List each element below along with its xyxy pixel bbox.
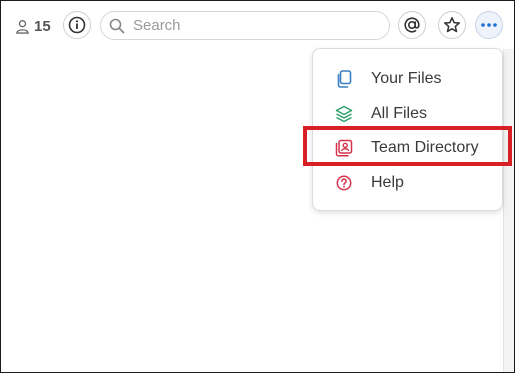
more-actions-menu: Your Files All Files Team Directory Help	[312, 48, 503, 211]
person-icon	[16, 19, 29, 34]
menu-item-label: Team Directory	[371, 139, 479, 156]
menu-item-your-files[interactable]: Your Files	[313, 63, 502, 95]
menu-item-all-files[interactable]: All Files	[313, 98, 502, 130]
search-input[interactable]	[131, 16, 375, 35]
channel-details-button[interactable]	[63, 11, 91, 39]
menu-item-team-directory[interactable]: Team Directory	[313, 132, 502, 164]
menu-item-label: Your Files	[371, 70, 442, 87]
scrollbar[interactable]	[503, 49, 514, 372]
menu-item-label: All Files	[371, 105, 428, 122]
mentions-button[interactable]	[398, 11, 426, 39]
saved-items-button[interactable]	[438, 11, 466, 39]
ellipsis-icon	[481, 23, 497, 27]
menu-item-help[interactable]: Help	[313, 167, 502, 199]
menu-item-label: Help	[371, 174, 404, 191]
search-box[interactable]	[100, 11, 390, 40]
contact-card-icon	[335, 139, 353, 157]
layers-icon	[335, 105, 353, 123]
channel-header: 15	[1, 1, 514, 49]
at-sign-icon	[404, 17, 420, 33]
file-stack-icon	[335, 70, 353, 88]
star-icon	[444, 17, 460, 33]
member-count: 15	[34, 17, 51, 35]
member-count-button[interactable]: 15	[15, 16, 51, 36]
info-icon	[68, 16, 86, 34]
help-circle-icon	[335, 174, 353, 192]
search-icon	[109, 18, 125, 33]
more-actions-button[interactable]	[475, 11, 503, 39]
app-window: 15 Search Your Files All Files Team Dire…	[0, 0, 515, 373]
